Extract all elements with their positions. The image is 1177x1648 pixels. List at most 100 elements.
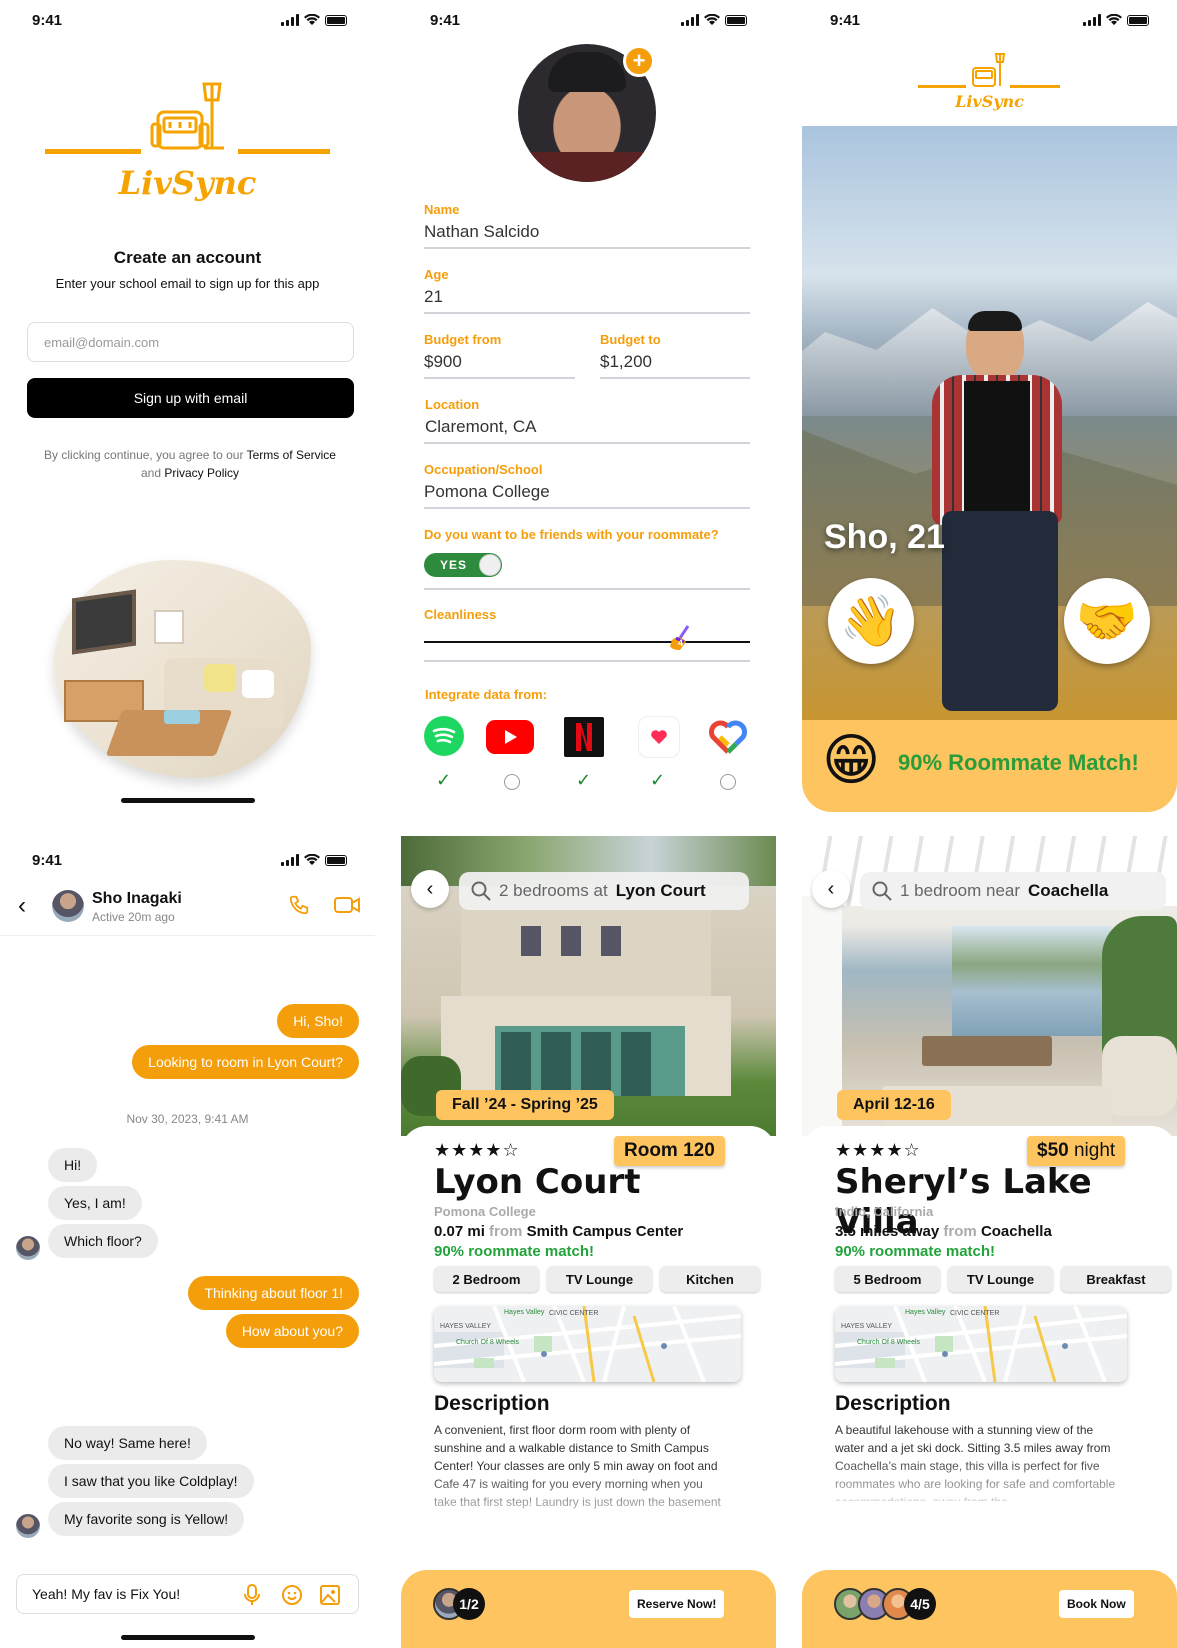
signal-icon xyxy=(681,14,699,26)
map-label: HAYES VALLEY xyxy=(440,1323,491,1330)
wave-button[interactable]: 👋 xyxy=(828,578,914,664)
listing-screen-lyon-court: ‹ 2 bedrooms at Lyon Court Fall ’24 - Sp… xyxy=(401,836,776,1648)
roommate-count: 1/2 xyxy=(453,1588,485,1620)
occupation-label: Occupation/School xyxy=(424,462,543,477)
amenity-chip[interactable]: Breakfast xyxy=(1061,1266,1171,1292)
search-prefix: 1 bedroom near xyxy=(900,881,1021,900)
phone-icon[interactable] xyxy=(288,894,310,916)
roommate-count: 4/5 xyxy=(904,1588,936,1620)
amenity-chip[interactable]: TV Lounge xyxy=(547,1266,652,1292)
email-input[interactable]: email@domain.com xyxy=(27,322,354,362)
cleanliness-label: Cleanliness xyxy=(424,607,497,622)
spotify-check-icon[interactable]: ✓ xyxy=(436,770,451,791)
book-button[interactable]: Book Now xyxy=(1059,1590,1134,1618)
emoji-icon[interactable] xyxy=(281,1584,303,1606)
battery-icon xyxy=(325,854,347,866)
google-fit-icon[interactable] xyxy=(707,716,749,758)
back-button[interactable]: ‹ xyxy=(411,870,449,908)
image-icon[interactable] xyxy=(319,1584,341,1606)
location-map[interactable]: HAYES VALLEY CIVIC CENTER Hayes Valley C… xyxy=(835,1306,1127,1382)
budget-from-label: Budget from xyxy=(424,332,502,347)
search-bar[interactable]: 1 bedroom near Coachella xyxy=(860,872,1166,910)
contact-avatar[interactable] xyxy=(52,890,84,922)
status-icons xyxy=(1083,14,1149,26)
amenity-chip[interactable]: 5 Bedroom xyxy=(835,1266,940,1292)
chat-timestamp: Nov 30, 2023, 9:41 AM xyxy=(126,1112,249,1126)
status-icons xyxy=(281,14,347,26)
map-label: CIVIC CENTER xyxy=(950,1310,999,1317)
amenity-chip[interactable]: TV Lounge xyxy=(948,1266,1053,1292)
status-bar: 9:41 xyxy=(802,0,1177,40)
budget-from-field[interactable]: $900 xyxy=(424,352,462,372)
location-field[interactable]: Claremont, CA xyxy=(425,417,536,437)
cleanliness-slider[interactable] xyxy=(424,641,750,643)
map-label: Church Of 8 Wheels xyxy=(857,1339,921,1346)
status-time: 9:41 xyxy=(830,11,861,29)
age-label: Age xyxy=(424,267,449,282)
search-bar[interactable]: 2 bedrooms at Lyon Court xyxy=(459,872,749,910)
status-time: 9:41 xyxy=(430,11,461,29)
home-indicator[interactable] xyxy=(121,1635,255,1640)
search-icon xyxy=(471,881,491,901)
message-received: I saw that you like Coldplay! xyxy=(48,1464,254,1498)
back-button[interactable]: ‹ xyxy=(812,870,850,908)
status-time: 9:41 xyxy=(32,11,63,29)
armchair-lamp-icon xyxy=(150,82,224,150)
rating-stars: ★★★★☆ xyxy=(434,1140,520,1160)
divider xyxy=(600,377,750,379)
location-map[interactable]: HAYES VALLEY CIVIC CENTER Hayes Valley C… xyxy=(434,1306,741,1382)
back-chevron-icon: ‹ xyxy=(827,877,835,900)
page-subtitle: Enter your school email to sign up for t… xyxy=(55,276,320,291)
search-keyword: Coachella xyxy=(1028,881,1109,900)
video-call-icon[interactable] xyxy=(334,896,360,914)
signal-icon xyxy=(281,854,299,866)
back-chevron-icon[interactable]: ‹ xyxy=(18,894,26,918)
name-field[interactable]: Nathan Salcido xyxy=(424,222,539,242)
amenity-chip[interactable]: 2 Bedroom xyxy=(434,1266,539,1292)
terms-text: By clicking continue, you agree to our T… xyxy=(40,446,340,482)
wifi-icon xyxy=(704,14,720,25)
status-bar: 9:41 xyxy=(0,842,375,880)
home-indicator[interactable] xyxy=(121,798,255,803)
message-sent: Thinking about floor 1! xyxy=(188,1276,359,1310)
reserve-button[interactable]: Reserve Now! xyxy=(629,1590,725,1618)
divider xyxy=(424,247,750,249)
terms-link[interactable]: Terms of Service xyxy=(247,448,336,462)
wifi-icon xyxy=(304,854,320,865)
budget-to-field[interactable]: $1,200 xyxy=(600,352,652,372)
occupation-field[interactable]: Pomona College xyxy=(424,482,550,502)
status-bar: 9:41 xyxy=(0,0,375,40)
date-badge: April 12-16 xyxy=(837,1090,951,1120)
amenity-chip[interactable]: Kitchen xyxy=(660,1266,760,1292)
message-input[interactable]: Yeah! My fav is Fix You! xyxy=(32,1586,180,1602)
spotify-icon[interactable] xyxy=(424,716,464,756)
brand-name: LivSync xyxy=(118,164,257,202)
add-photo-button[interactable]: + xyxy=(623,45,655,77)
terms-and: and xyxy=(140,466,161,480)
netflix-check-icon[interactable]: ✓ xyxy=(576,770,591,791)
match-text: 90% Roommate Match! xyxy=(898,750,1139,775)
netflix-icon[interactable] xyxy=(564,717,604,757)
google-fit-radio[interactable] xyxy=(720,774,736,790)
handshake-button[interactable]: 🤝 xyxy=(1064,578,1150,664)
distance-value: 3.5 miles away xyxy=(835,1223,940,1240)
match-screen: 9:41 LivSync Sho, 21 👋 🤝 😁 90% Roommate … xyxy=(802,0,1177,812)
rating-stars: ★★★★☆ xyxy=(835,1140,921,1160)
health-icon[interactable] xyxy=(638,716,680,758)
message-received: Yes, I am! xyxy=(48,1186,142,1220)
friends-question: Do you want to be friends with your room… xyxy=(424,527,719,542)
youtube-icon[interactable] xyxy=(486,720,534,754)
map-label: HAYES VALLEY xyxy=(841,1323,892,1330)
health-check-icon[interactable]: ✓ xyxy=(650,770,665,791)
page-title: Create an account xyxy=(113,248,262,267)
friends-toggle[interactable]: YES xyxy=(424,553,502,577)
youtube-radio[interactable] xyxy=(504,774,520,790)
age-field[interactable]: 21 xyxy=(424,287,443,307)
broom-slider-handle[interactable]: 4 xyxy=(668,624,694,654)
contact-status: Active 20m ago xyxy=(92,910,175,924)
divider xyxy=(424,507,750,509)
microphone-icon[interactable] xyxy=(243,1584,261,1606)
privacy-link[interactable]: Privacy Policy xyxy=(164,466,239,480)
toggle-label: YES xyxy=(440,558,468,572)
signup-button[interactable]: Sign up with email xyxy=(27,378,354,418)
